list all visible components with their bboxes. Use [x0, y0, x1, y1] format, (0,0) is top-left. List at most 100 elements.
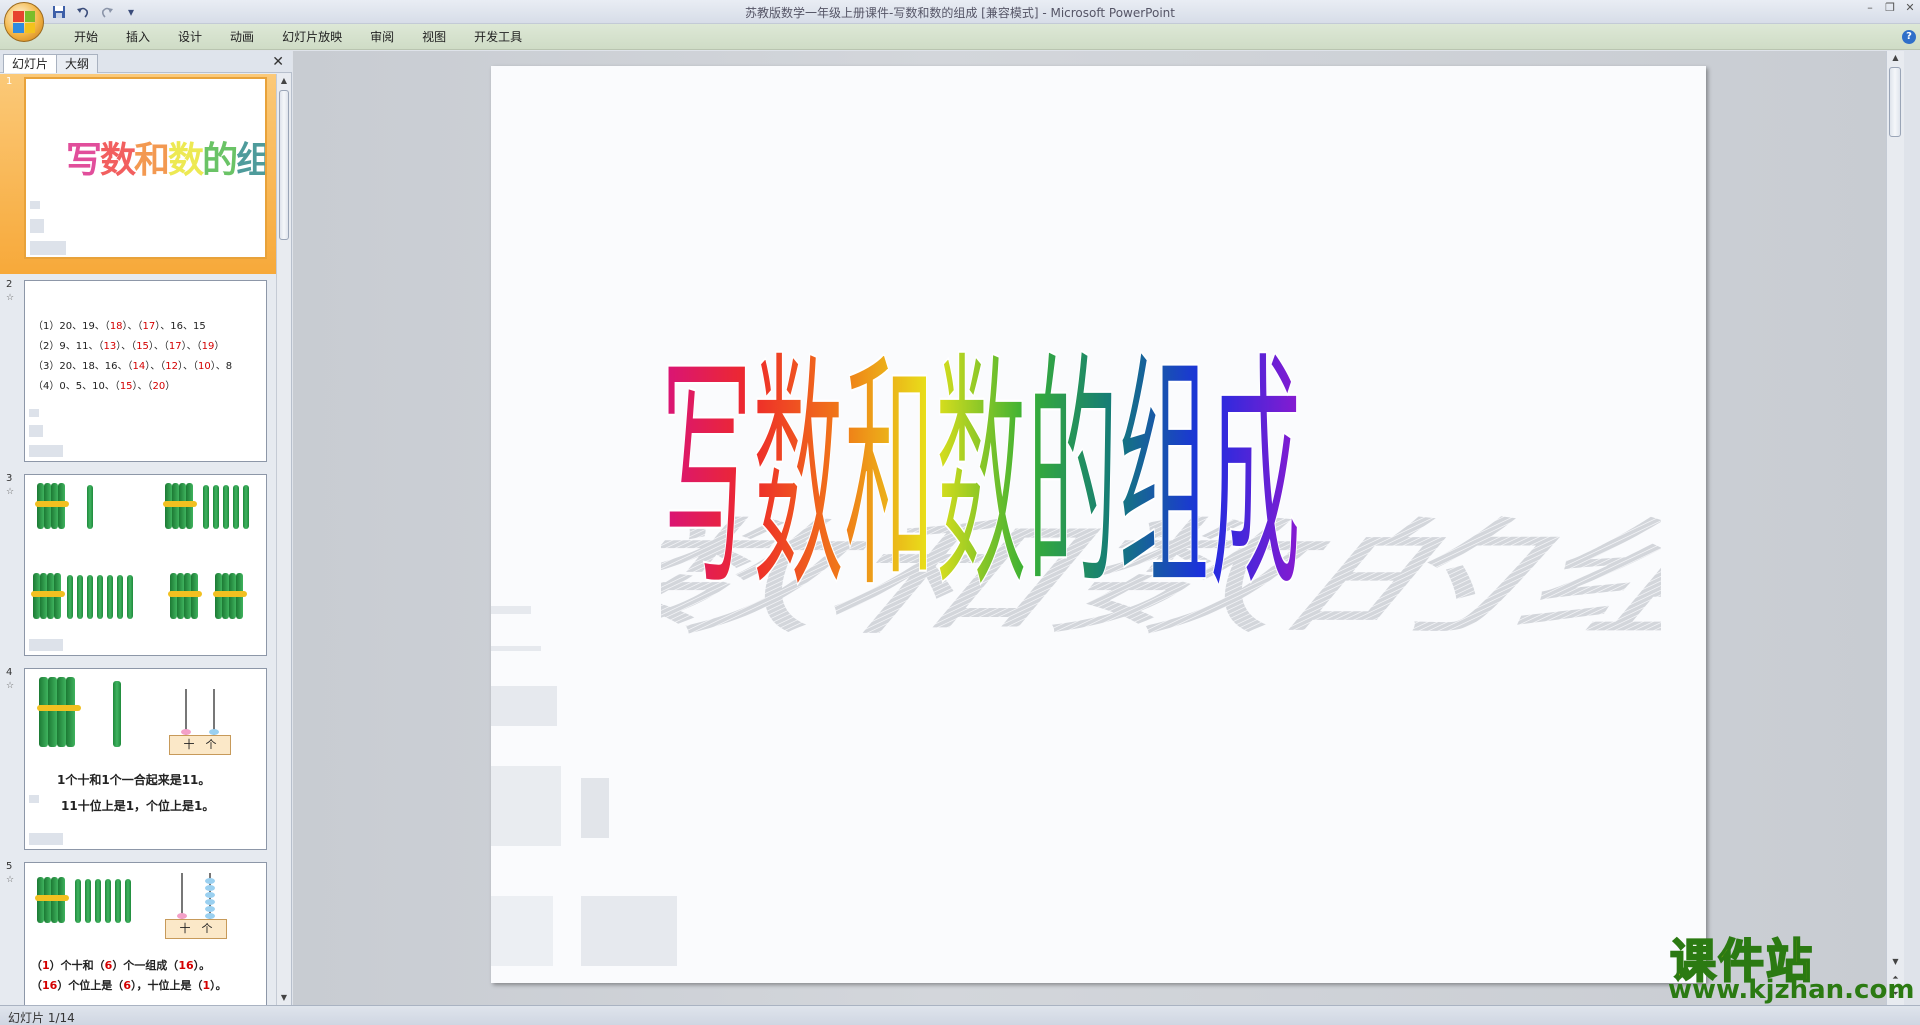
seq-text: ）、16、15 [155, 321, 206, 332]
comp-text: （ [31, 979, 42, 992]
seq-text: ）、（ [181, 341, 202, 352]
thumbnail-slide-4[interactable]: 十 个 1个十和1个一合起来是11。 11十位上是1，个位上是1。 [24, 668, 267, 850]
stick-bundle-icon [213, 573, 247, 619]
abacus-icon: 十 个 [165, 869, 227, 939]
ghost-block [29, 409, 39, 417]
thumbnail-row-5[interactable]: 5 ☆ 十 个 （1）个十和（6）个一组成（16）。 （16）个位上是（6），十… [0, 859, 276, 1005]
seq-answer: 17 [142, 321, 156, 332]
stick-bundle-icon [35, 877, 69, 923]
seq-text: ）、（ [178, 361, 199, 372]
tab-slideshow[interactable]: 幻灯片放映 [268, 29, 356, 45]
tab-review[interactable]: 审阅 [356, 29, 408, 45]
stick-icon [105, 879, 111, 923]
seq-text: ）、（ [132, 381, 153, 392]
ghost-block [491, 896, 553, 966]
tab-view[interactable]: 视图 [408, 29, 460, 45]
thumbnail-slide-5[interactable]: 十 个 （1）个十和（6）个一组成（16）。 （16）个位上是（6），十位上是（… [24, 862, 267, 1005]
slide-number: 3 [6, 473, 13, 484]
thumbnail-slide-1[interactable]: 写数和数的组成 [24, 77, 267, 259]
transition-star-icon: ☆ [6, 681, 15, 691]
sequence-line-2: （2）9、11、（13）、（15）、（17）、（19） [33, 337, 224, 352]
comp-answer: 6 [123, 979, 131, 992]
stick-icon [125, 879, 131, 923]
abacus-ones-label: 个 [205, 738, 217, 751]
ghost-block [491, 766, 561, 846]
slides-panel: 幻灯片 大纲 ✕ 1 写数和数的组成 2 ☆ [0, 51, 292, 1005]
thumbnails-scrollbar[interactable]: ▲ ▼ [276, 74, 291, 1005]
stick-icon [97, 575, 103, 619]
close-button[interactable]: ✕ [1904, 2, 1916, 14]
close-panel-icon[interactable]: ✕ [272, 54, 284, 70]
abacus-tens-label: 十 [179, 922, 191, 935]
help-icon[interactable]: ? [1902, 30, 1916, 44]
tab-insert[interactable]: 插入 [112, 29, 164, 45]
thumbnail-row-2[interactable]: 2 ☆ （1）20、19、（18）、（17）、16、15 （2）9、11、（13… [0, 277, 276, 469]
seq-text: ）、（ [122, 321, 143, 332]
seq-answer: 15 [119, 381, 133, 392]
comp-answer: 1 [42, 959, 50, 972]
watermark-logo: 课件站 www.kjzhan.com [1662, 925, 1914, 1005]
ghost-block [581, 896, 677, 966]
tab-design[interactable]: 设计 [164, 29, 216, 45]
thumbnail-row-4[interactable]: 4 ☆ 十 个 1个十和1个一合起来是11。 11十位上是1，个位上是1。 [0, 665, 276, 857]
seq-answer: 13 [103, 341, 117, 352]
ghost-block [491, 646, 541, 651]
abacus-tens-label: 十 [183, 738, 195, 751]
office-button[interactable] [4, 2, 44, 42]
tab-developer[interactable]: 开发工具 [460, 29, 536, 45]
stick-icon [87, 485, 93, 529]
scroll-up-icon[interactable]: ▲ [1887, 51, 1904, 65]
editor-scrollbar[interactable]: ▲ ▼ ⏶ ⏷ [1886, 51, 1904, 1005]
sequence-line-3: （3）20、18、16、（14）、（12）、（10）、8 [33, 357, 232, 372]
abacus-ones-label: 个 [201, 922, 213, 935]
thumbnail-slide-2[interactable]: （1）20、19、（18）、（17）、16、15 （2）9、11、（13）、（1… [24, 280, 267, 462]
thumbnail-row-1[interactable]: 1 写数和数的组成 [0, 74, 276, 274]
scroll-thumb[interactable] [1889, 67, 1901, 137]
tab-slides[interactable]: 幻灯片 [3, 54, 58, 73]
stick-icon [127, 575, 133, 619]
thumbnail-slide-3[interactable] [24, 474, 267, 656]
stick-icon [67, 575, 73, 619]
comp-text: ）个位上是（ [57, 979, 124, 992]
comp-answer: 16 [42, 979, 58, 992]
minimize-button[interactable]: – [1864, 2, 1876, 14]
ghost-block [30, 219, 44, 233]
tab-outline[interactable]: 大纲 [56, 54, 99, 73]
slide-title-wordart[interactable]: 写数和数的组成 写数和数的组成 [661, 306, 1661, 666]
thumbnail-title-text: 写数和数的组成 [66, 140, 265, 181]
ghost-block [29, 639, 63, 651]
restore-button[interactable]: ❐ [1884, 2, 1896, 14]
comp-text: ）个十和（ [49, 959, 105, 972]
scroll-up-icon[interactable]: ▲ [277, 74, 291, 88]
thumbnail-title-char: 数 [168, 140, 204, 181]
composition-line-1: （1）个十和（6）个一组成（16）。 [31, 957, 210, 973]
stick-icon [95, 879, 101, 923]
seq-text: ）、8 [210, 361, 233, 372]
stick-icon [223, 485, 229, 529]
transition-star-icon: ☆ [6, 875, 15, 885]
ghost-block [29, 445, 63, 457]
comp-text: （ [31, 959, 42, 972]
stick-icon [75, 879, 81, 923]
transition-star-icon: ☆ [6, 293, 15, 303]
thumbnail-row-3[interactable]: 3 ☆ [0, 471, 276, 663]
current-slide[interactable]: 写数和数的组成 写数和数的组成 [491, 66, 1706, 983]
tab-home[interactable]: 开始 [60, 29, 112, 45]
abacus-base: 十 个 [169, 735, 231, 755]
stick-icon [203, 485, 209, 529]
thumbnail-title-char: 数 [100, 140, 136, 181]
slide-editor: 写数和数的组成 写数和数的组成 ▲ ▼ ⏶ ⏷ [293, 51, 1904, 1005]
composition-line-2: （16）个位上是（6），十位上是（1）。 [31, 977, 227, 993]
scroll-thumb[interactable] [279, 90, 289, 240]
comp-text: ），十位上是（ [130, 979, 203, 992]
tab-animations[interactable]: 动画 [216, 29, 268, 45]
scroll-down-icon[interactable]: ▼ [277, 991, 291, 1005]
seq-answer: 19 [201, 341, 215, 352]
abacus-icon: 十 个 [169, 685, 231, 755]
title-text: 写数和数的组成 [661, 330, 1301, 623]
composition-line-1: 1个十和1个一合起来是11。 [57, 773, 211, 787]
office-logo-icon [13, 11, 35, 33]
seq-text: （2）9、11、（ [33, 341, 104, 352]
seq-text: （3）20、18、16、（ [33, 361, 133, 372]
thumbnail-title-char: 的 [202, 140, 238, 181]
